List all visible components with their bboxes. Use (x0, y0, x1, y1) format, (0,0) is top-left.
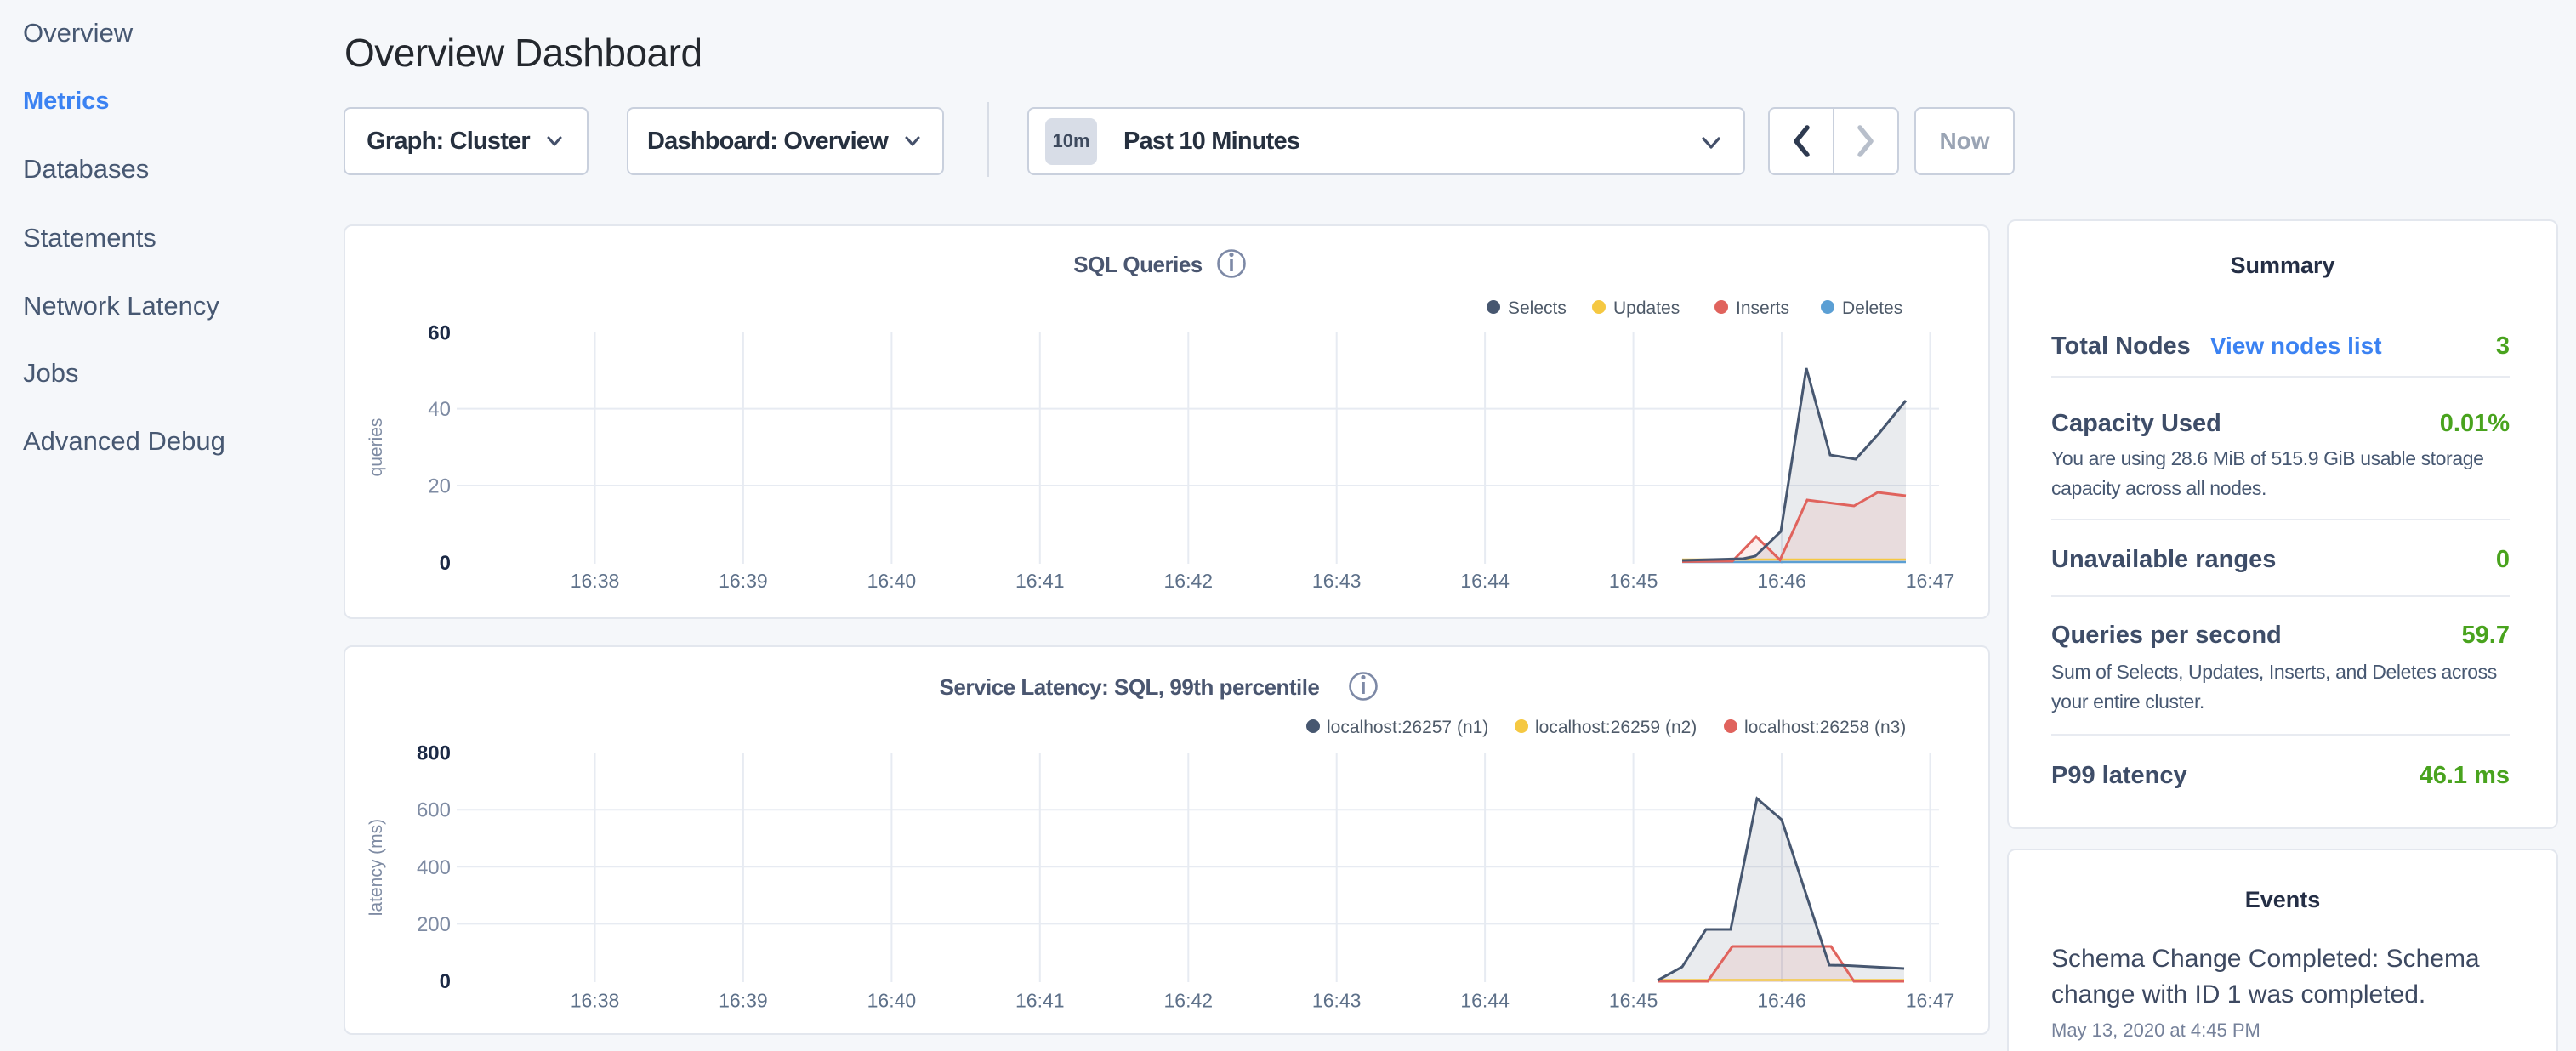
svg-text:16:38: 16:38 (571, 990, 620, 1012)
svg-text:16:40: 16:40 (867, 570, 917, 592)
svg-text:16:41: 16:41 (1015, 990, 1065, 1012)
svg-text:localhost:26258 (n3): localhost:26258 (n3) (1744, 718, 1906, 737)
svg-text:SQL Queries: SQL Queries (1073, 252, 1203, 277)
svg-text:16:39: 16:39 (719, 990, 768, 1012)
svg-text:Service Latency: SQL, 99th per: Service Latency: SQL, 99th percentile (940, 674, 1320, 700)
svg-text:16:38: 16:38 (571, 570, 620, 592)
svg-text:40: 40 (428, 398, 451, 421)
svg-text:400: 400 (417, 856, 451, 879)
svg-text:60: 60 (428, 322, 451, 345)
svg-text:16:40: 16:40 (867, 990, 917, 1012)
svg-text:latency (ms): latency (ms) (367, 819, 386, 916)
svg-text:16:46: 16:46 (1757, 990, 1806, 1012)
svg-text:800: 800 (417, 742, 451, 765)
svg-text:16:45: 16:45 (1609, 990, 1658, 1012)
svg-text:Selects: Selects (1508, 298, 1567, 318)
svg-text:Updates: Updates (1613, 298, 1680, 318)
svg-text:600: 600 (417, 799, 451, 822)
svg-text:0: 0 (440, 970, 451, 993)
svg-text:16:42: 16:42 (1164, 570, 1214, 592)
svg-text:localhost:26259 (n2): localhost:26259 (n2) (1535, 718, 1697, 737)
svg-text:200: 200 (417, 913, 451, 936)
svg-text:16:44: 16:44 (1460, 570, 1510, 592)
svg-text:Deletes: Deletes (1842, 298, 1902, 318)
svg-text:16:42: 16:42 (1164, 990, 1214, 1012)
svg-text:16:39: 16:39 (719, 570, 768, 592)
svg-text:0: 0 (440, 552, 451, 575)
svg-text:Inserts: Inserts (1736, 298, 1789, 318)
svg-text:16:44: 16:44 (1460, 990, 1510, 1012)
svg-text:localhost:26257 (n1): localhost:26257 (n1) (1327, 718, 1488, 737)
svg-text:16:43: 16:43 (1312, 990, 1362, 1012)
svg-text:16:41: 16:41 (1015, 570, 1065, 592)
svg-text:16:45: 16:45 (1609, 570, 1658, 592)
svg-text:16:47: 16:47 (1906, 570, 1955, 592)
svg-text:16:43: 16:43 (1312, 570, 1362, 592)
svg-text:16:46: 16:46 (1757, 570, 1806, 592)
svg-text:16:47: 16:47 (1906, 990, 1955, 1012)
svg-text:queries: queries (367, 418, 386, 477)
svg-text:20: 20 (428, 475, 451, 498)
